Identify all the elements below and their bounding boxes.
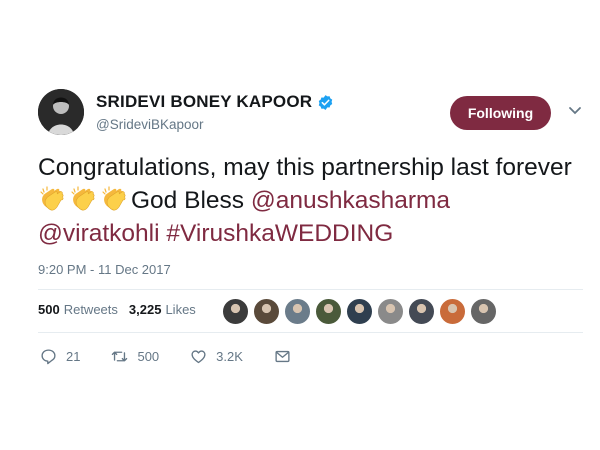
tweet-text-part2: God Bless [131, 187, 251, 214]
engagement-stats: 500 Retweets 3,225 Likes [38, 302, 207, 317]
following-button[interactable]: Following [450, 96, 551, 130]
liker-avatar[interactable] [346, 298, 373, 325]
clapping-hands-icon [40, 186, 64, 211]
like-count: 3.2K [216, 349, 243, 364]
user-handle[interactable]: @SrideviBKapoor [96, 117, 334, 132]
heart-icon [191, 350, 206, 364]
verified-badge-icon [319, 94, 333, 110]
likes-count: 3,225 [128, 302, 162, 317]
liker-avatars [222, 298, 501, 325]
clapping-hands-icon [102, 186, 126, 211]
avatar-image [38, 89, 84, 135]
retweet-count: 500 [137, 349, 160, 364]
mention-anushkasharma[interactable]: @anushkasharma [251, 187, 450, 214]
display-name[interactable]: SRIDEVI BONEY KAPOOR [96, 92, 334, 112]
liker-avatar[interactable] [377, 298, 404, 325]
reply-count: 21 [66, 349, 81, 364]
liker-avatar[interactable] [408, 298, 435, 325]
hashtag-virushkawedding[interactable]: #VirushkaWEDDING [166, 220, 393, 247]
clapping-hands-icon [71, 186, 95, 211]
retweet-button[interactable]: 500 [111, 348, 159, 365]
like-button[interactable]: 3.2K [190, 348, 243, 365]
reply-icon [41, 349, 56, 365]
action-bar: 21 500 3.2K [40, 348, 331, 365]
retweet-icon [112, 351, 128, 362]
liker-avatar[interactable] [284, 298, 311, 325]
tweet-text-part1: Congratulations, may this partnership la… [38, 154, 572, 181]
display-name-text: SRIDEVI BONEY KAPOOR [96, 92, 313, 111]
likes-stat[interactable]: 3,225 Likes [129, 302, 196, 317]
direct-message-button[interactable] [274, 348, 300, 365]
direct-message-icon [275, 350, 290, 363]
tweet-card: SRIDEVI BONEY KAPOOR @SrideviBKapoor Fol… [0, 0, 600, 450]
tweet-timestamp[interactable]: 9:20 PM - 11 Dec 2017 [38, 262, 171, 277]
divider [38, 289, 583, 290]
liker-avatar[interactable] [253, 298, 280, 325]
retweets-label: Retweets [63, 302, 118, 317]
chevron-down-icon[interactable] [568, 106, 582, 116]
retweets-count: 500 [38, 302, 60, 317]
retweets-stat[interactable]: 500 Retweets [38, 302, 118, 317]
liker-avatar[interactable] [470, 298, 497, 325]
avatar[interactable] [38, 89, 84, 135]
liker-avatar[interactable] [315, 298, 342, 325]
tweet-text: Congratulations, may this partnership la… [38, 151, 583, 250]
divider [38, 332, 583, 333]
mention-viratkohli[interactable]: @viratkohli [38, 220, 160, 247]
reply-button[interactable]: 21 [40, 348, 80, 365]
liker-avatar[interactable] [439, 298, 466, 325]
likes-label: Likes [165, 302, 196, 317]
author-block: SRIDEVI BONEY KAPOOR @SrideviBKapoor [96, 92, 334, 132]
liker-avatar[interactable] [222, 298, 249, 325]
